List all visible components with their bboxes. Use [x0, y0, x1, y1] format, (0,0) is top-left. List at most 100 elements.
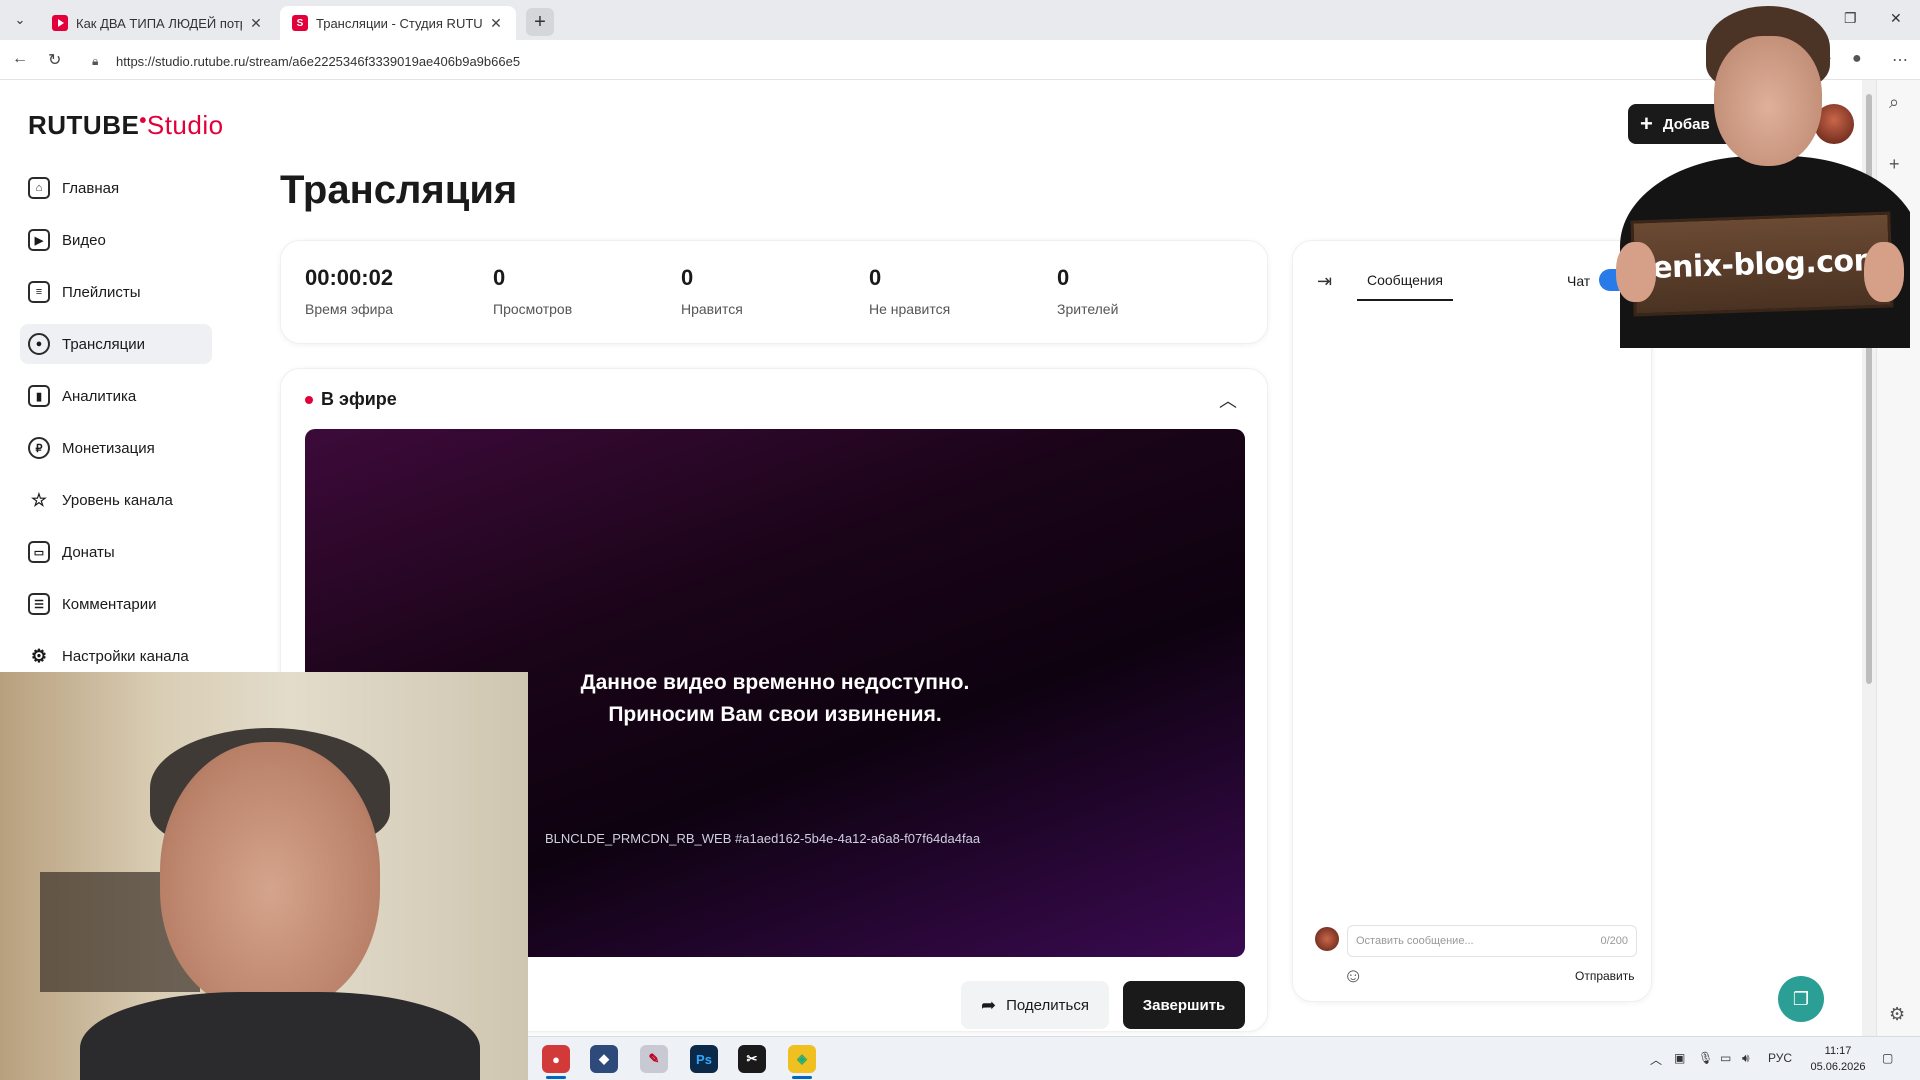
- sidebar-item-label: Плейлисты: [62, 283, 141, 301]
- rutube-studio-logo[interactable]: RUTUBE•Studio: [28, 110, 224, 141]
- sidebar-item-home[interactable]: ⌂ Главная: [20, 168, 212, 208]
- settings-icon[interactable]: ⚙: [1889, 1004, 1905, 1025]
- ruble-icon: ₽: [28, 437, 50, 459]
- stat-label: Зрителей: [1057, 301, 1119, 317]
- sidebar-item-label: Монетизация: [62, 439, 155, 457]
- webcam-overlay: [0, 672, 528, 1080]
- chat-bubble-icon: ❐: [1792, 988, 1810, 1009]
- analytics-icon: ▮: [28, 385, 50, 407]
- stat-value: 0: [681, 265, 694, 290]
- sidebar-item-label: Комментарии: [62, 595, 157, 613]
- stat-label: Не нравится: [869, 301, 951, 317]
- tab-title: Трансляции - Студия RUTUBE: [316, 15, 482, 31]
- notifications-icon[interactable]: ▢: [1882, 1051, 1893, 1065]
- youtube-icon: [52, 15, 68, 31]
- stat-value: 0: [493, 265, 506, 290]
- capcut-app-icon[interactable]: ✂: [738, 1045, 766, 1073]
- tab-messages[interactable]: Сообщения: [1357, 261, 1453, 301]
- rutube-icon: S: [292, 15, 308, 31]
- taskbar-clock[interactable]: 11:17 05.06.2026: [1808, 1043, 1868, 1075]
- stats-card: 00:00:02 Время эфира 0 Просмотров 0 Нрав…: [280, 240, 1268, 344]
- language-indicator[interactable]: РУС: [1768, 1051, 1792, 1065]
- sidebar-item-label: Видео: [62, 231, 106, 249]
- person-body: [80, 992, 480, 1080]
- sidebar-item-label: Донаты: [62, 543, 115, 561]
- camera-icon[interactable]: ▣: [1674, 1051, 1685, 1065]
- microphone-icon[interactable]: 🎙︎: [1698, 1051, 1713, 1065]
- live-status: В эфире: [305, 389, 397, 410]
- right-hand: [1864, 242, 1904, 302]
- sidebar-item-label: Трансляции: [62, 335, 146, 353]
- page-title: Трансляция: [280, 168, 518, 212]
- collapse-panel-icon[interactable]: ⇥: [1317, 271, 1332, 292]
- stat-value: 0: [1057, 265, 1070, 290]
- new-tab-button[interactable]: +: [526, 8, 554, 36]
- error-code: BLNCLDE_PRMCDN_RB_WEB #a1aed162-5b4e-4a1…: [545, 831, 981, 846]
- sidebar-item-channel-level[interactable]: ☆ Уровень канала: [20, 480, 212, 520]
- stat-airtime: 00:00:02 Время эфира: [305, 265, 393, 317]
- sidebar-item-comments[interactable]: ☰ Комментарии: [20, 584, 212, 624]
- share-label: Поделиться: [1006, 996, 1089, 1014]
- tab-list-button[interactable]: ⌄: [10, 10, 30, 30]
- star-icon: ☆: [30, 489, 48, 510]
- presenter-face: [1714, 36, 1822, 166]
- stat-views: 0 Просмотров: [493, 265, 572, 317]
- reload-icon[interactable]: ↻: [48, 50, 61, 70]
- support-chat-button[interactable]: ❐: [1778, 976, 1824, 1022]
- send-button[interactable]: Отправить: [1575, 969, 1635, 983]
- logo-product: Studio: [146, 110, 224, 140]
- bluestacks-app-icon[interactable]: ◈: [788, 1045, 816, 1079]
- close-icon[interactable]: ✕: [248, 15, 264, 32]
- stat-value: 00:00:02: [305, 265, 394, 290]
- stat-label: Нравится: [681, 301, 743, 317]
- url-field[interactable]: 🔒︎ https://studio.rutube.ru/stream/a6e22…: [92, 48, 1700, 74]
- back-icon[interactable]: ←: [12, 50, 28, 68]
- stat-value: 0: [869, 265, 882, 290]
- logo-dot: •: [139, 110, 147, 132]
- sign-text: fenix-blog.com: [1639, 242, 1885, 286]
- home-icon: ⌂: [28, 177, 50, 199]
- sidebar-item-playlists[interactable]: ≡ Плейлисты: [20, 272, 212, 312]
- end-stream-button[interactable]: Завершить: [1123, 981, 1245, 1029]
- paint-app-icon[interactable]: ✎: [640, 1045, 668, 1073]
- sidebar-item-label: Настройки канала: [62, 647, 189, 665]
- logo-brand: RUTUBE: [28, 110, 140, 140]
- network-icon[interactable]: ▭: [1720, 1051, 1731, 1065]
- share-button[interactable]: ➦ Поделиться: [961, 981, 1109, 1029]
- photoshop-app-icon[interactable]: Ps: [690, 1045, 718, 1073]
- presenter-overlay: fenix-blog.com: [1610, 6, 1910, 348]
- sidebar-item-channel-settings[interactable]: ⚙ Настройки канала: [20, 636, 212, 676]
- sidebar-item-donations[interactable]: ▭ Донаты: [20, 532, 212, 572]
- sidebar-item-label: Главная: [62, 179, 120, 197]
- video-icon: ▶: [28, 229, 50, 251]
- url-text: https://studio.rutube.ru/stream/a6e22253…: [116, 53, 521, 69]
- live-dot-icon: [305, 395, 313, 404]
- char-counter: 0/200: [1600, 935, 1628, 947]
- browser-tab-rutube[interactable]: S Трансляции - Студия RUTUBE ✕: [280, 6, 516, 40]
- volume-icon[interactable]: 🔊︎: [1742, 1051, 1750, 1066]
- sidebar-item-broadcasts[interactable]: ● Трансляции: [20, 324, 212, 364]
- sidebar-item-monetization[interactable]: ₽ Монетизация: [20, 428, 212, 468]
- sidebar-item-analytics[interactable]: ▮ Аналитика: [20, 376, 212, 416]
- clock-time: 11:17: [1824, 1045, 1852, 1057]
- wooden-sign: fenix-blog.com: [1630, 211, 1894, 317]
- chat-panel: ⇥ Сообщения Чат Оставить сообщение... 0/…: [1292, 240, 1652, 1002]
- broadcast-icon: ●: [28, 333, 50, 355]
- chevron-up-icon[interactable]: ︿: [1219, 387, 1237, 413]
- stat-dislikes: 0 Не нравится: [869, 265, 950, 317]
- left-hand: [1616, 242, 1656, 302]
- obs-app-icon[interactable]: ●: [542, 1045, 570, 1079]
- stat-label: Время эфира: [305, 301, 394, 317]
- browser-tab-youtube[interactable]: Как ДВА ТИПА ЛЮДЕЙ потратят ✕: [40, 6, 276, 40]
- emoji-icon[interactable]: ☺: [1343, 965, 1363, 988]
- gear-icon: ⚙: [30, 645, 48, 666]
- taskbar: ● ◆ ✎ Ps ✂ ◈ ︿ ▣ 🎙︎ ▭ 🔊︎ РУС ▢: [528, 1036, 1920, 1080]
- close-icon[interactable]: ✕: [488, 15, 504, 32]
- live-status-label: В эфире: [321, 389, 397, 409]
- stat-likes: 0 Нравится: [681, 265, 743, 317]
- stat-viewers: 0 Зрителей: [1057, 265, 1118, 317]
- tray-chevron-icon[interactable]: ︿: [1650, 1051, 1662, 1068]
- chat-message-input[interactable]: Оставить сообщение... 0/200: [1347, 925, 1637, 957]
- sidebar-item-video[interactable]: ▶ Видео: [20, 220, 212, 260]
- virtualbox-app-icon[interactable]: ◆: [590, 1045, 618, 1073]
